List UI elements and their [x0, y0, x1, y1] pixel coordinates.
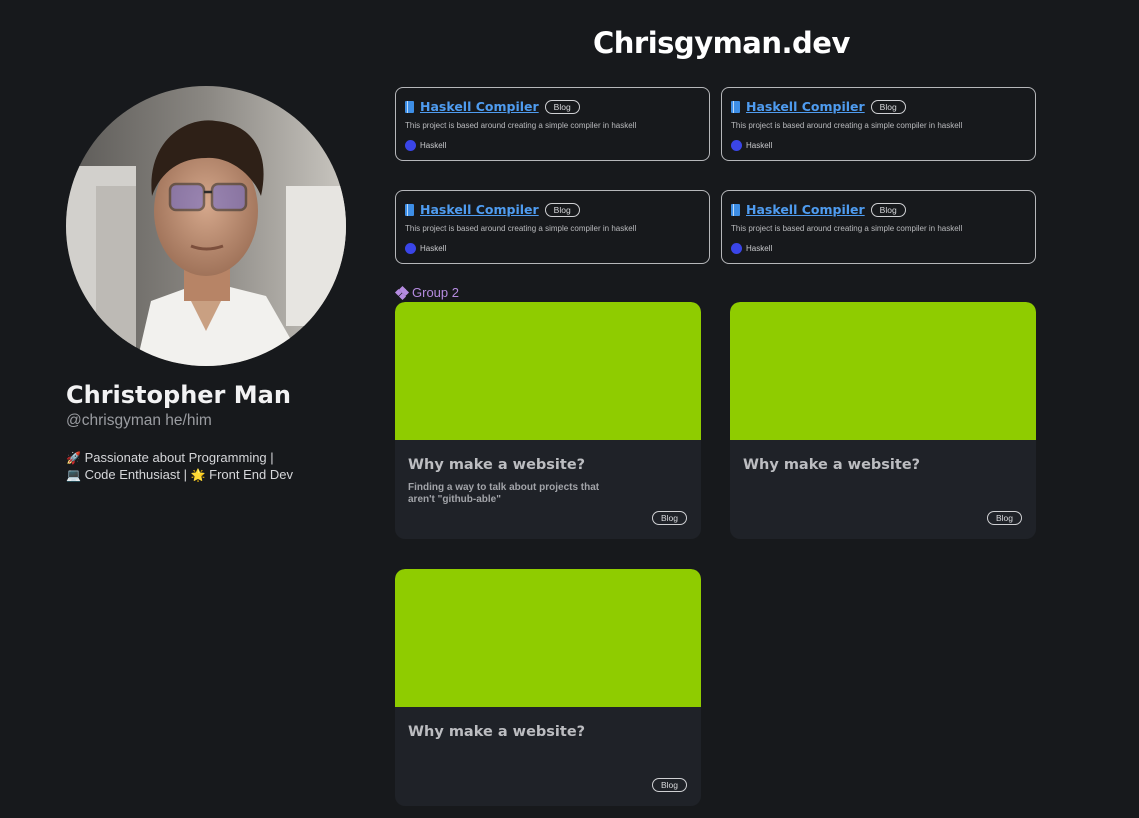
repo-title-link[interactable]: Haskell Compiler — [420, 202, 539, 217]
repo-language: Haskell — [746, 141, 773, 150]
laptop-icon: 💻 — [66, 467, 81, 482]
repo-title-link[interactable]: Haskell Compiler — [746, 99, 865, 114]
rocket-icon: 🚀 — [66, 451, 81, 465]
profile-name: Christopher Man — [66, 381, 291, 409]
repo-description: This project is based around creating a … — [405, 121, 637, 130]
repo-description: This project is based around creating a … — [731, 224, 963, 233]
group-label: Group 2 — [394, 285, 459, 300]
component-icon — [394, 285, 410, 300]
blog-title: Why make a website? — [408, 724, 586, 740]
blog-tag: Blog — [651, 511, 687, 525]
site-title: Chrisgyman.dev — [593, 26, 850, 60]
repo-tag: Blog — [544, 202, 580, 217]
repo-card[interactable]: Haskell Compiler Blog This project is ba… — [395, 190, 710, 264]
blog-cover-image — [395, 302, 701, 440]
blog-cover-image — [730, 302, 1036, 440]
bio-line-1: Passionate about Programming | — [80, 450, 274, 465]
repo-card[interactable]: Haskell Compiler Blog This project is ba… — [395, 87, 710, 161]
blog-cover-image — [395, 569, 701, 707]
book-icon — [731, 100, 740, 113]
repo-tag: Blog — [544, 99, 580, 114]
blog-description: Finding a way to talk about projects tha… — [408, 482, 600, 505]
repo-card[interactable]: Haskell Compiler Blog This project is ba… — [721, 87, 1036, 161]
blog-title: Why make a website? — [743, 457, 921, 473]
blog-card[interactable]: Why make a website? Blog — [395, 569, 701, 806]
avatar-photo — [66, 86, 346, 366]
bio-line-2b: Front End Dev — [205, 466, 293, 482]
blog-card[interactable]: Why make a website? Finding a way to tal… — [395, 302, 701, 539]
repo-tag: Blog — [870, 202, 906, 217]
repo-language: Haskell — [746, 244, 773, 253]
group-label-text: Group 2 — [412, 285, 459, 300]
repo-title-link[interactable]: Haskell Compiler — [746, 202, 865, 217]
repo-description: This project is based around creating a … — [405, 224, 637, 233]
language-dot-icon — [731, 140, 742, 151]
blog-tag: Blog — [651, 778, 687, 792]
profile-handle: @chrisgyman he/him — [66, 412, 212, 429]
book-icon — [405, 203, 414, 216]
profile-avatar — [66, 86, 346, 366]
sparkle-icon: 🌟 — [190, 467, 206, 482]
bio-line-2a: Code Enthusiast | — [80, 466, 191, 482]
repo-card[interactable]: Haskell Compiler Blog This project is ba… — [721, 190, 1036, 264]
repo-tag: Blog — [870, 99, 906, 114]
blog-tag: Blog — [986, 511, 1022, 525]
book-icon — [731, 203, 740, 216]
blog-title: Why make a website? — [408, 457, 586, 473]
language-dot-icon — [731, 243, 742, 254]
language-dot-icon — [405, 140, 416, 151]
book-icon — [405, 100, 414, 113]
repo-title-link[interactable]: Haskell Compiler — [420, 99, 539, 114]
language-dot-icon — [405, 243, 416, 254]
profile-bio: 🚀 Passionate about Programming | 💻 Code … — [66, 450, 326, 483]
repo-description: This project is based around creating a … — [731, 121, 963, 130]
repo-language: Haskell — [420, 244, 447, 253]
blog-card[interactable]: Why make a website? Blog — [730, 302, 1036, 539]
repo-language: Haskell — [420, 141, 447, 150]
